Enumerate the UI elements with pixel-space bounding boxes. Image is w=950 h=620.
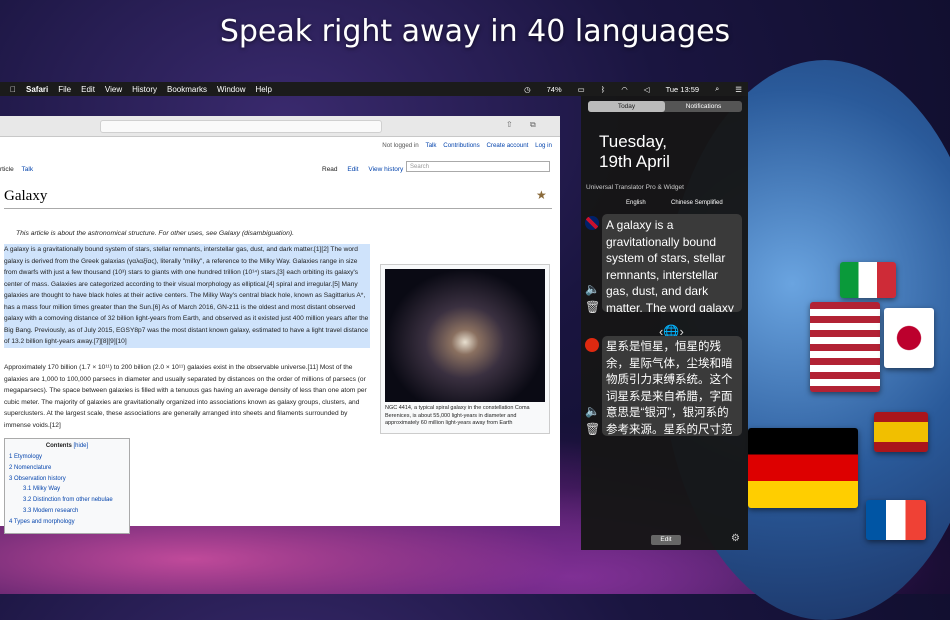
date-display: Tuesday, 19th April [599, 132, 670, 172]
flag-usa [810, 302, 880, 392]
nc-segmented-control: Today Notifications [588, 101, 742, 112]
notification-center-icon[interactable]: ☰ [735, 85, 742, 94]
source-text-box[interactable]: A galaxy is a gravitationally bound syst… [602, 214, 742, 312]
target-text-box[interactable]: 星系是恒星，恒星的残余，星际气体，尘埃和暗物质引力束缚系统。这个词星系是来自希腊… [602, 336, 742, 436]
speaker-icon[interactable]: 🔈 [585, 404, 600, 418]
menu-bookmarks[interactable]: Bookmarks [167, 85, 207, 94]
wifi-icon[interactable]: ◠ [621, 85, 628, 94]
menu-safari[interactable]: Safari [26, 85, 48, 94]
day-label: Tuesday, [599, 132, 668, 151]
toc-item[interactable]: 1 Etymology [9, 452, 129, 463]
china-flag-icon [585, 338, 599, 352]
title-divider [4, 208, 552, 209]
headline: Speak right away in 40 languages [219, 14, 731, 49]
view-tabs: Read Edit View history [322, 166, 403, 173]
battery-icon[interactable]: ▭ [578, 85, 585, 94]
share-icon[interactable]: ⇧ [506, 120, 513, 129]
date-label: 19th April [599, 152, 670, 171]
source-text: A galaxy is a gravitationally bound syst… [606, 218, 734, 312]
notification-center: Today Notifications Tuesday, 19th April … [581, 96, 748, 550]
menu-help[interactable]: Help [255, 85, 271, 94]
flag-spain [874, 412, 928, 452]
menu-file[interactable]: File [58, 85, 71, 94]
tab-edit[interactable]: Edit [347, 166, 358, 173]
gear-icon[interactable]: ⚙ [731, 533, 740, 544]
create-account-link[interactable]: Create account [486, 142, 528, 149]
tab-talk[interactable]: Talk [22, 166, 34, 173]
target-text: 星系是恒星，恒星的残余，星际气体，尘埃和暗物质引力束缚系统。这个词星系是来自希腊… [606, 341, 733, 436]
tabs-icon[interactable]: ⧉ [530, 120, 536, 130]
toc-item[interactable]: 2 Nomenclature [9, 463, 129, 474]
menu-view[interactable]: View [105, 85, 122, 94]
battery-percent[interactable]: 74% [547, 85, 562, 94]
image-infobox: NGC 4414, a typical spiral galaxy in the… [380, 264, 550, 434]
not-logged-in: Not logged in [382, 142, 419, 149]
toc-item[interactable]: 3.3 Modern research [23, 506, 129, 517]
edit-button[interactable]: Edit [651, 535, 681, 545]
target-language[interactable]: Chinese Semplified [671, 200, 723, 206]
page-title: Galaxy [4, 188, 48, 204]
apple-icon[interactable]:  [10, 85, 16, 94]
flag-germany [748, 428, 858, 508]
wiki-search-input[interactable]: Search [406, 161, 550, 172]
tab-article[interactable]: rticle [0, 166, 14, 173]
tab-read[interactable]: Read [322, 166, 338, 173]
toc-header: Contents [hide] [5, 443, 129, 449]
tab-view-history[interactable]: View history [368, 166, 403, 173]
search-icon[interactable]: ⌕ [715, 84, 719, 94]
toc-title: Contents [45, 443, 72, 449]
trash-icon[interactable]: 🗑 [585, 422, 600, 436]
widget-title: Universal Translator Pro & Widget [586, 184, 684, 191]
address-bar[interactable] [100, 120, 382, 133]
talk-link[interactable]: Talk [425, 142, 436, 149]
clock-icon[interactable]: ◷ [524, 85, 531, 94]
menu-bar:  Safari File Edit View History Bookmark… [0, 82, 748, 96]
tab-today[interactable]: Today [588, 101, 665, 112]
menu-edit[interactable]: Edit [81, 85, 95, 94]
speaker-icon[interactable]: 🔈 [585, 282, 600, 296]
safari-toolbar: ⇧ ⧉ [0, 116, 560, 137]
bluetooth-icon[interactable]: ᛒ [601, 85, 606, 94]
volume-icon[interactable]: ◁ [644, 85, 650, 94]
second-paragraph: Approximately 170 billion (1.7 × 10¹¹) t… [4, 364, 367, 429]
contributions-link[interactable]: Contributions [443, 142, 479, 149]
toc-item[interactable]: 3.1 Milky Way [23, 484, 129, 495]
clock-text[interactable]: Tue 13:59 [666, 85, 700, 94]
menu-window[interactable]: Window [217, 85, 245, 94]
intro-paragraph: A galaxy is a gravitationally bound syst… [4, 244, 370, 348]
namespace-tabs: rticle Talk [0, 166, 33, 173]
toc-item[interactable]: 3 Observation history [9, 474, 129, 485]
uk-flag-icon [585, 216, 599, 230]
toc-hide-link[interactable]: [hide] [73, 443, 88, 449]
source-language[interactable]: English [626, 200, 646, 206]
table-of-contents: Contents [hide] 1 Etymology 2 Nomenclatu… [4, 438, 130, 534]
image-caption: NGC 4414, a typical spiral galaxy in the… [385, 405, 530, 426]
login-link[interactable]: Log in [535, 142, 552, 149]
watch-star-icon[interactable]: ★ [536, 188, 547, 202]
flag-japan [884, 308, 934, 368]
menu-history[interactable]: History [132, 85, 157, 94]
hatnote: This article is about the astronomical s… [16, 230, 295, 237]
wiki-search-placeholder: Search [410, 164, 430, 170]
toc-item[interactable]: 4 Types and morphology [9, 517, 129, 528]
galaxy-image[interactable] [385, 269, 545, 402]
toc-item[interactable]: 3.2 Distinction from other nebulae [23, 495, 129, 506]
trash-icon[interactable]: 🗑 [585, 300, 600, 314]
wikipedia-page: Not logged in Talk Contributions Create … [0, 136, 560, 534]
safari-window: ⇧ ⧉ Not logged in Talk Contributions Cre… [0, 116, 560, 534]
user-links: Not logged in Talk Contributions Create … [377, 142, 552, 149]
flag-france [866, 500, 926, 540]
tab-notifications[interactable]: Notifications [665, 101, 742, 112]
flag-italy [840, 262, 896, 298]
